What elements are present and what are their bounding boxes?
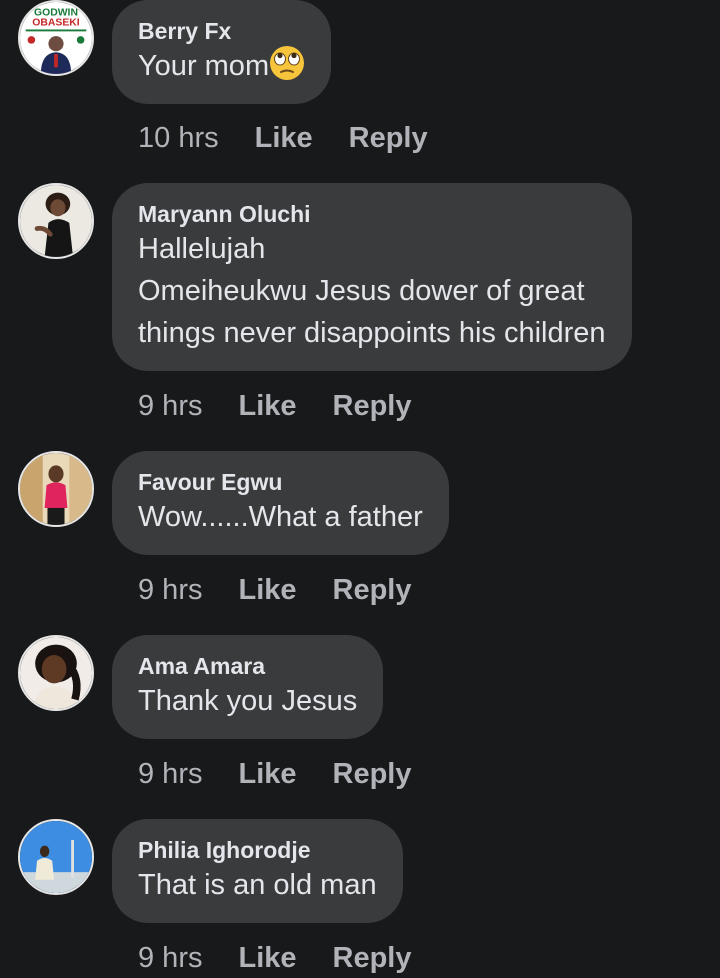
avatar[interactable] (18, 819, 94, 895)
avatar[interactable] (18, 635, 94, 711)
comment-bubble[interactable]: Favour Egwu Wow......What a father (112, 451, 449, 555)
comment-author[interactable]: Berry Fx (138, 17, 305, 45)
comment-actions: 9 hrs Like Reply (138, 570, 412, 610)
comment-author[interactable]: Favour Egwu (138, 468, 423, 496)
like-button[interactable]: Like (238, 390, 296, 423)
outdoor-photo-icon (20, 821, 92, 893)
comment-text-line: Hallelujah (138, 233, 266, 265)
reply-button[interactable]: Reply (349, 122, 428, 155)
comment-author[interactable]: Ama Amara (138, 652, 357, 680)
like-button[interactable]: Like (238, 942, 296, 975)
reply-button[interactable]: Reply (333, 942, 412, 975)
comment-text-line: Your mom (138, 50, 270, 82)
comment-bubble[interactable]: Berry Fx Your mom (112, 0, 332, 104)
comment-actions: 10 hrs Like Reply (138, 118, 428, 158)
comment-text-line: Thank you Jesus (138, 685, 358, 717)
comment-text: Your mom (138, 45, 305, 87)
avatar[interactable] (18, 451, 94, 527)
comment-timestamp[interactable]: 9 hrs (138, 390, 202, 423)
eye-roll-emoji-icon (270, 46, 305, 80)
comment-actions: 9 hrs Like Reply (138, 754, 412, 794)
comment-author[interactable]: Philia Ighorodje (138, 836, 377, 864)
woman-photo-icon (20, 637, 92, 709)
avatar[interactable]: GODWIN OBASEKI (18, 0, 94, 76)
reply-button[interactable]: Reply (333, 574, 412, 607)
avatar-logo-text: OBASEKI (32, 18, 80, 29)
comment-timestamp[interactable]: 10 hrs (138, 122, 219, 155)
like-button[interactable]: Like (255, 122, 313, 155)
comment-actions: 9 hrs Like Reply (138, 386, 412, 426)
woman-photo-icon (20, 453, 92, 525)
avatar[interactable] (18, 183, 94, 259)
campaign-poster-icon: GODWIN OBASEKI (20, 2, 92, 74)
comment-bubble[interactable]: Philia Ighorodje That is an old man (112, 819, 403, 923)
comment-text-line: That is an old man (138, 869, 377, 901)
comment-timestamp[interactable]: 9 hrs (138, 942, 202, 975)
reply-button[interactable]: Reply (333, 758, 412, 791)
comment-bubble[interactable]: Maryann Oluchi Hallelujah Omeiheukwu Jes… (112, 183, 632, 371)
comment-text-line: Wow......What a father (138, 501, 423, 533)
avatar-logo-text: GODWIN (34, 7, 78, 18)
like-button[interactable]: Like (238, 758, 296, 791)
comment-text-line: things never disappoints his children (138, 317, 606, 349)
comment-text-line: Omeiheukwu Jesus dower of great (138, 275, 585, 307)
comment-timestamp[interactable]: 9 hrs (138, 758, 202, 791)
comment-author[interactable]: Maryann Oluchi (138, 200, 606, 228)
reply-button[interactable]: Reply (333, 390, 412, 423)
comment-bubble[interactable]: Ama Amara Thank you Jesus (112, 635, 384, 739)
woman-photo-icon (20, 185, 92, 257)
comment-actions: 9 hrs Like Reply (138, 938, 412, 978)
comment-timestamp[interactable]: 9 hrs (138, 574, 202, 607)
like-button[interactable]: Like (238, 574, 296, 607)
